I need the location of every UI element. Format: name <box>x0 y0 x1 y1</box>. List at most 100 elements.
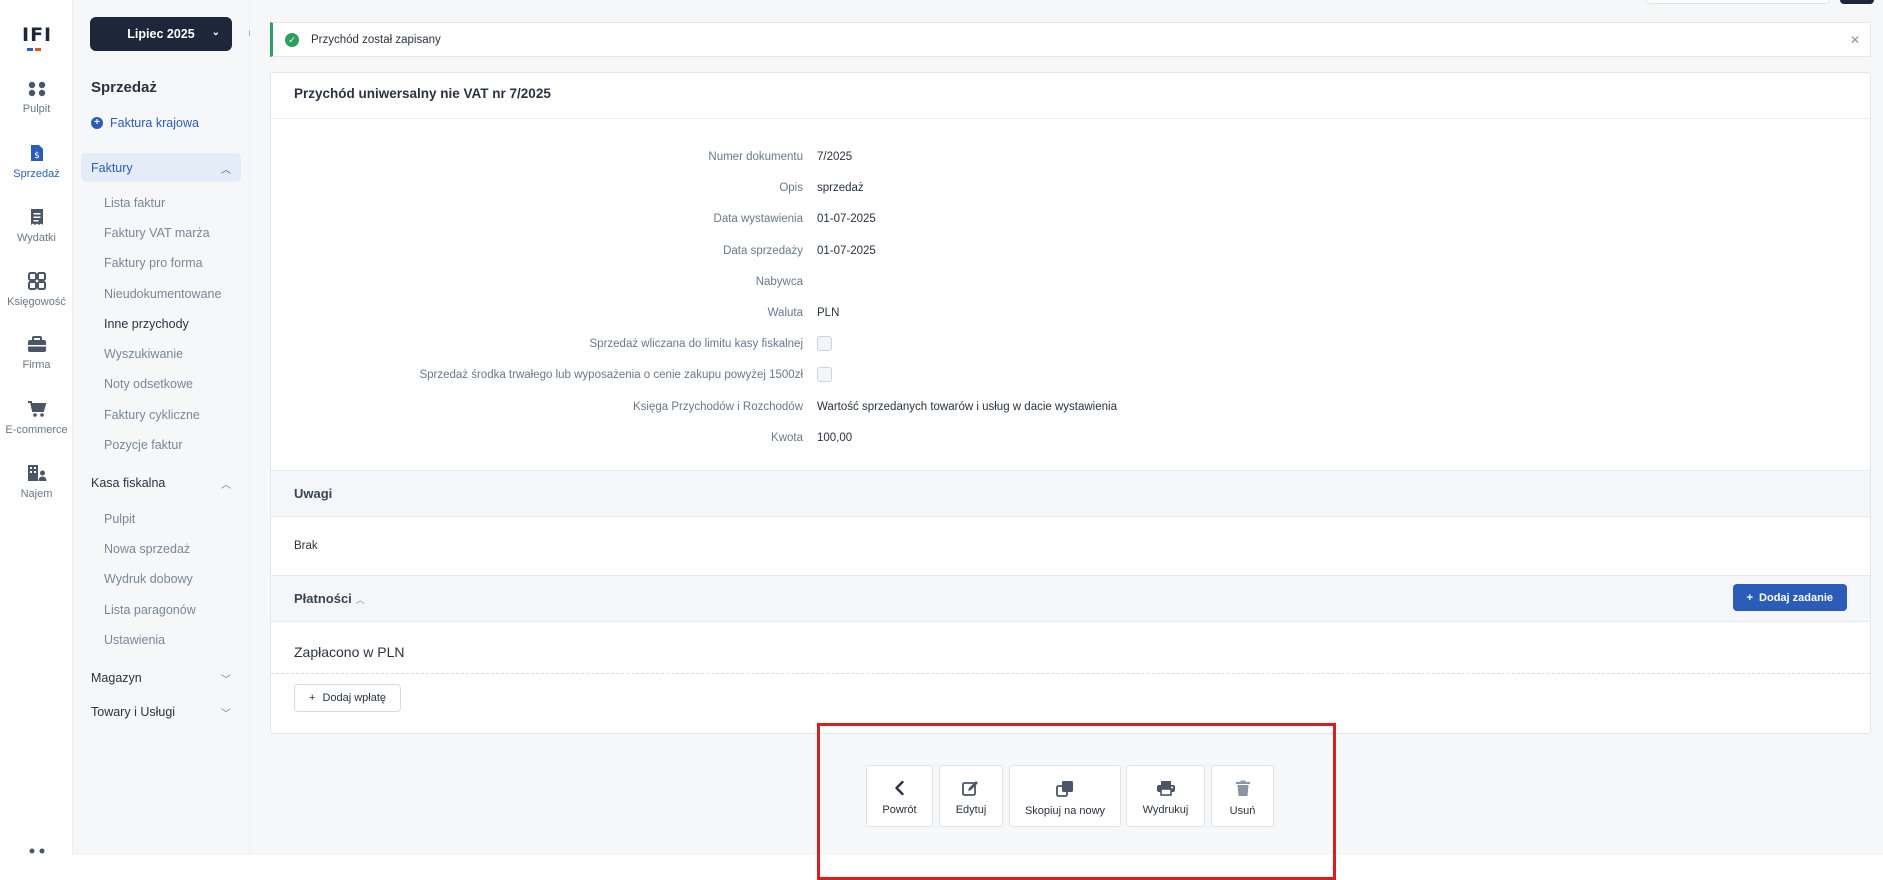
rail-label: Firma <box>22 359 51 371</box>
add-task-button[interactable]: + Dodaj zadanie <box>1732 584 1847 611</box>
field-row: Sprzedaż wliczana do limitu kasy fiskaln… <box>271 336 1872 356</box>
add-payment-button[interactable]: + Dodaj wpłatę <box>294 684 402 712</box>
icon-rail: IFI Pulpit $ Sprzedaż Wydatki Księgowość… <box>0 0 73 855</box>
cart-icon <box>27 401 46 417</box>
menu-item-faktury-pro-forma[interactable]: Faktury pro forma <box>104 256 203 270</box>
rail-label: E-commerce <box>5 424 68 436</box>
field-value: 01-07-2025 <box>817 213 876 225</box>
field-value: Wartość sprzedanych towarów i usług w da… <box>817 401 1117 413</box>
notes-title: Uwagi <box>294 486 333 501</box>
field-row: Numer dokumentu 7/2025 <box>271 149 1872 169</box>
toast-message: Przychód został zapisany <box>311 33 441 46</box>
dots-grid-icon <box>28 81 45 97</box>
field-label: Data wystawienia <box>713 213 803 225</box>
fiscal-limit-checkbox[interactable] <box>817 336 832 351</box>
field-row: Data sprzedaży 01-07-2025 <box>271 243 1872 263</box>
building-person-icon <box>27 465 46 481</box>
menu-item-faktury-vat-marza[interactable]: Faktury VAT marża <box>104 226 210 240</box>
menu-section-faktury[interactable]: Faktury ︿ <box>81 153 241 182</box>
menu-item-lista-paragonow[interactable]: Lista paragonów <box>104 603 196 617</box>
field-label: Sprzedaż środka trwałego lub wyposażenia… <box>419 369 803 381</box>
top-action-button[interactable] <box>1840 0 1874 4</box>
add-invoice-label: Faktura krajowa <box>110 116 199 130</box>
field-label: Księga Przychodów i Rozchodów <box>632 401 803 413</box>
section-label: Magazyn <box>91 670 142 685</box>
rail-item-ksiegowosc[interactable]: Księgowość <box>0 272 73 308</box>
notes-value: Brak <box>294 540 318 552</box>
add-payment-label: Dodaj wpłatę <box>322 692 387 704</box>
document-card: Przychód uniwersalny nie VAT nr 7/2025 N… <box>270 72 1871 734</box>
menu-item-pozycje-faktur[interactable]: Pozycje faktur <box>104 438 183 452</box>
rail-item-pulpit[interactable]: Pulpit <box>0 81 73 115</box>
side-menu: Lipiec 2025 ⌄ Sprzedaż + Faktura krajowa… <box>73 0 250 855</box>
payments-toggle[interactable]: Płatności ︿ <box>294 591 365 606</box>
receipt-icon <box>30 209 43 225</box>
rail-item-najem[interactable]: Najem <box>0 464 73 500</box>
field-label: Opis <box>779 182 803 194</box>
month-selector[interactable]: Lipiec 2025 ⌄ <box>90 17 232 51</box>
menu-item-wydruk-dobowy[interactable]: Wydruk dobowy <box>104 572 193 586</box>
payments-header: Płatności ︿ + Dodaj zadanie <box>271 575 1870 622</box>
menu-item-wyszukiwanie[interactable]: Wyszukiwanie <box>104 347 183 361</box>
rail-item-sprzedaz[interactable]: $ Sprzedaż <box>0 144 73 180</box>
field-row: Kwota 100,00 <box>271 430 1872 450</box>
menu-section-magazyn[interactable]: Magazyn ﹀ <box>81 663 241 692</box>
section-label: Kasa fiskalna <box>91 475 166 490</box>
field-row: Opis sprzedaż <box>271 180 1872 200</box>
add-domestic-invoice-link[interactable]: + Faktura krajowa <box>91 116 199 130</box>
menu-item-faktury-cykliczne[interactable]: Faktury cykliczne <box>104 408 200 422</box>
fixed-asset-checkbox[interactable] <box>817 367 832 382</box>
rail-label: Wydatki <box>16 232 57 244</box>
rail-label: Pulpit <box>22 103 51 115</box>
field-label: Sprzedaż wliczana do limitu kasy fiskaln… <box>589 338 803 350</box>
grid-four-icon <box>27 272 46 290</box>
close-icon[interactable]: ✕ <box>1850 33 1860 47</box>
app-window: IFI Pulpit $ Sprzedaż Wydatki Księgowość… <box>0 0 1883 880</box>
briefcase-icon <box>27 336 46 352</box>
menu-item-noty-odsetkowe[interactable]: Noty odsetkowe <box>104 377 193 391</box>
chevron-up-icon: ︿ <box>355 595 365 605</box>
rail-label: Księgowość <box>7 296 66 308</box>
top-search-field[interactable] <box>1646 0 1830 4</box>
menu-section-kasa-fiskalna[interactable]: Kasa fiskalna ︿ <box>81 468 241 497</box>
check-circle-icon: ✓ <box>285 32 299 47</box>
chevron-up-icon: ︿ <box>221 165 231 176</box>
logo-text: IFI <box>22 24 53 46</box>
notes-header: Uwagi <box>271 470 1870 517</box>
field-label: Numer dokumentu <box>708 151 803 163</box>
plus-icon: + <box>309 692 316 704</box>
section-label: Towary i Usługi <box>91 704 176 719</box>
menu-item-ustawienia[interactable]: Ustawienia <box>104 633 165 647</box>
rail-item-ecommerce[interactable]: E-commerce <box>0 400 73 436</box>
field-row: Waluta PLN <box>271 305 1872 325</box>
plus-icon: + <box>1746 591 1754 604</box>
plus-circle-icon: + <box>91 117 103 129</box>
month-label: Lipiec 2025 <box>127 27 195 41</box>
field-value: 100,00 <box>817 432 853 444</box>
field-value: PLN <box>817 307 840 319</box>
rail-item-wydatki[interactable]: Wydatki <box>0 208 73 244</box>
highlight-box <box>817 723 1336 880</box>
menu-item-nieudokumentowane[interactable]: Nieudokumentowane <box>104 287 221 301</box>
menu-section-towary-uslugi[interactable]: Towary i Usługi ﹀ <box>81 697 241 726</box>
rail-label: Najem <box>20 488 53 500</box>
invoice-dollar-icon: $ <box>30 145 43 161</box>
svg-text:$: $ <box>34 151 40 161</box>
more-dots-icon[interactable] <box>27 848 47 854</box>
field-label: Data sprzedaży <box>723 245 803 257</box>
section-label: Faktury <box>91 160 133 175</box>
chevron-down-icon: ﹀ <box>221 709 231 720</box>
document-title: Przychód uniwersalny nie VAT nr 7/2025 <box>294 86 551 101</box>
field-value: 7/2025 <box>817 151 853 163</box>
ifi-logo[interactable]: IFI <box>22 24 51 51</box>
menu-item-nowa-sprzedaz[interactable]: Nowa sprzedaż <box>104 542 190 556</box>
field-row: Data wystawienia 01-07-2025 <box>271 211 1872 231</box>
chevron-down-icon: ﹀ <box>221 675 231 686</box>
menu-item-inne-przychody[interactable]: Inne przychody <box>104 317 189 331</box>
menu-item-kasa-pulpit[interactable]: Pulpit <box>104 512 135 526</box>
add-task-label: Dodaj zadanie <box>1759 591 1833 604</box>
chevron-up-icon: ︿ <box>221 480 231 491</box>
menu-item-lista-faktur[interactable]: Lista faktur <box>104 196 165 210</box>
rail-item-firma[interactable]: Firma <box>0 336 73 371</box>
section-title: Sprzedaż <box>91 79 157 96</box>
